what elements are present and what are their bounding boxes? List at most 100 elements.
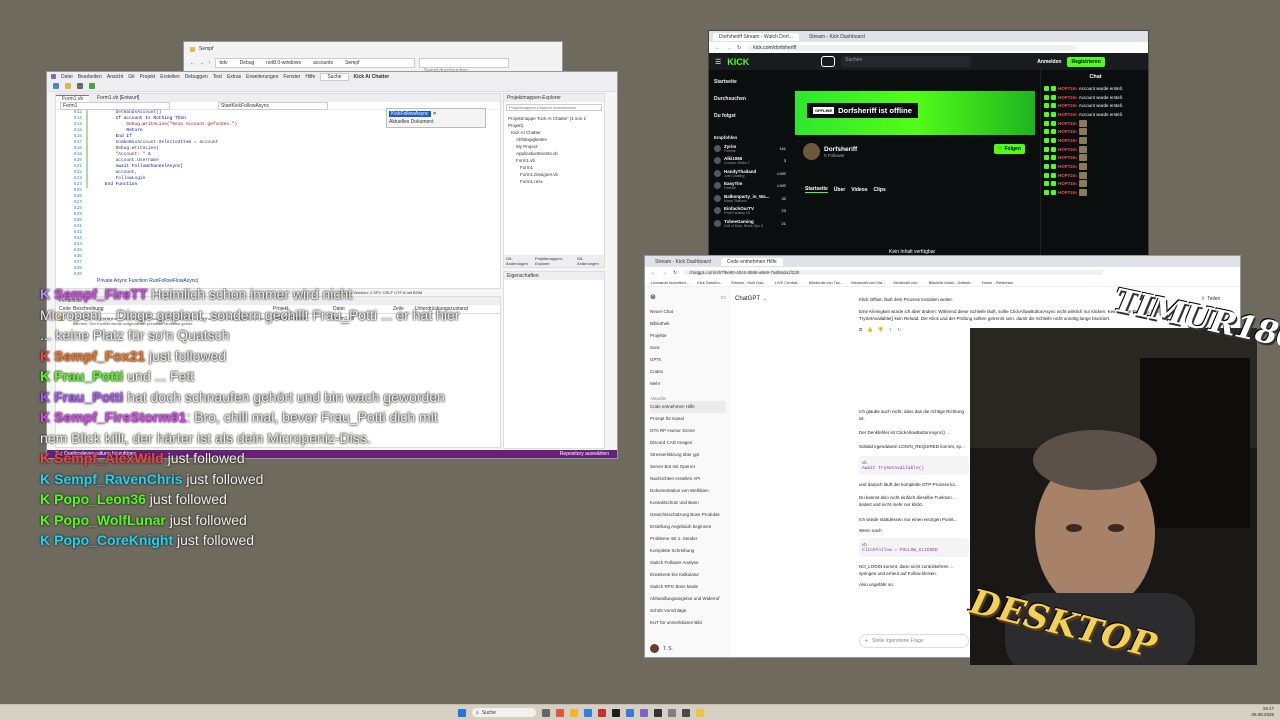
browser-tab[interactable]: Stream - Kick Dashboard bbox=[649, 258, 717, 266]
chat-username[interactable]: HOP72m bbox=[1058, 138, 1077, 143]
chat-username[interactable]: HOP72m bbox=[1058, 190, 1077, 195]
explorer-tab[interactable]: Projektmappen-Explorer bbox=[535, 256, 573, 266]
chat-username[interactable]: HOP72m bbox=[1058, 129, 1077, 134]
editor-tab[interactable]: Form1.vb [Entwurf] bbox=[91, 95, 145, 101]
app-icon[interactable] bbox=[598, 708, 606, 717]
forward-arrow-icon[interactable]: → bbox=[662, 270, 667, 276]
explorer-item[interactable]: Projektmappe 'Kick AI Chatter' (1 von 1 … bbox=[508, 115, 600, 129]
task-view-icon[interactable] bbox=[542, 708, 550, 717]
recommended-channel[interactable]: Alki1065 Counter-Strike 23 bbox=[714, 155, 786, 168]
sidebar-chat-item[interactable]: Erstellung Angebauh beginnen bbox=[650, 521, 726, 533]
chat-username[interactable]: HOP72m bbox=[1058, 155, 1077, 160]
chat-username[interactable]: HOP72m bbox=[1058, 147, 1077, 152]
sidebar-chat-item[interactable]: Discord CAD Images bbox=[650, 437, 726, 449]
new-file-icon[interactable] bbox=[53, 83, 59, 89]
status-right[interactable]: Repository auswählen bbox=[560, 451, 609, 457]
clock[interactable]: 19:17 06.08.2026 bbox=[1251, 706, 1274, 718]
recommended-channel[interactable]: TxbeeGaming Call of Duty: Black Ops 6 21 bbox=[714, 217, 786, 230]
copy-icon[interactable]: ⧉ bbox=[859, 326, 862, 333]
sidebar-item[interactable]: Bibliothek bbox=[650, 318, 726, 330]
code-line[interactable]: End Function bbox=[94, 182, 237, 188]
explorer-item[interactable]: Form1.vb bbox=[508, 157, 600, 164]
chat-username[interactable]: Sempf_FireStorm91 bbox=[54, 409, 186, 425]
sidebar-item[interactable]: Mehr bbox=[650, 378, 726, 390]
recommended-channel[interactable]: HandyThailand Just Chatting LIVE bbox=[714, 167, 786, 180]
visual-studio-icon[interactable] bbox=[640, 708, 648, 717]
nav-home[interactable]: Startseite bbox=[714, 74, 786, 91]
sidebar-chat-item[interactable]: Prompt für Kanal bbox=[650, 413, 726, 425]
close-icon[interactable]: ✕ bbox=[433, 111, 437, 117]
explorer-item[interactable]: Abhängigkeiten bbox=[508, 136, 600, 143]
sidebar-chat-item[interactable]: Dokumentation von Welfdiam bbox=[650, 485, 726, 497]
crumb[interactable]: Debug bbox=[240, 60, 255, 66]
recommended-channel[interactable]: Balkonparty_in_Wa... Music Stations 32 bbox=[714, 192, 786, 205]
back-arrow-icon[interactable]: ← bbox=[190, 60, 195, 66]
sidebar-chat-item[interactable]: Server Bot mit OpenAI bbox=[650, 461, 726, 473]
nav-browse[interactable]: Durchsuchen bbox=[714, 91, 786, 108]
sidebar-item[interactable]: GPTs bbox=[650, 354, 726, 366]
bookmark[interactable]: Mindcraft von Ma... bbox=[851, 280, 885, 285]
bookmark[interactable]: Mindcraft von... bbox=[893, 280, 920, 285]
chat-username[interactable]: Frau_Potti bbox=[54, 389, 123, 405]
editor-tab[interactable]: Form1.vb bbox=[56, 94, 90, 102]
plus-icon[interactable]: + bbox=[865, 638, 868, 644]
up-arrow-icon[interactable]: ↑ bbox=[208, 60, 211, 66]
menu-item[interactable]: Erweiterungen bbox=[246, 74, 278, 80]
open-folder-icon[interactable] bbox=[65, 83, 71, 89]
explorer-tab[interactable]: Git-Änderungen bbox=[577, 256, 602, 266]
address-bar[interactable]: chatgpt.com/c/67f6e90-40c6-8568-a8e9-7a6… bbox=[683, 270, 1104, 275]
login-button[interactable]: Anmelden bbox=[1037, 59, 1061, 65]
register-button[interactable]: Registrieren bbox=[1067, 56, 1105, 67]
file-explorer-addressbar[interactable]: ← → ↑ bdv Debug net8.0-windows accounts … bbox=[184, 56, 562, 74]
chat-username[interactable]: HOP72m bbox=[1058, 103, 1077, 108]
sidebar-chat-item[interactable]: Switch Follower Analyse bbox=[650, 557, 726, 569]
code-body[interactable]: GetHandsAccount() If account Is Nothing … bbox=[86, 110, 237, 188]
chat-username[interactable]: Popo_WolfLunar bbox=[54, 512, 166, 528]
menu-item[interactable]: Hilfe bbox=[305, 74, 315, 80]
chat-username[interactable]: Sempf_FireTT bbox=[54, 286, 147, 302]
sidebar-item[interactable]: Codex bbox=[650, 366, 726, 378]
address-bar[interactable]: kick.com/dorfsheriff bbox=[747, 44, 1078, 51]
menu-item[interactable]: Git bbox=[128, 74, 134, 80]
explorer-item[interactable]: Kick AI Chatter bbox=[508, 129, 600, 136]
bookmark[interactable]: Kick Dashbo... bbox=[697, 280, 723, 285]
forward-arrow-icon[interactable]: → bbox=[726, 45, 731, 51]
menu-item[interactable]: Projekt bbox=[140, 74, 156, 80]
reload-icon[interactable]: ↻ bbox=[737, 45, 741, 51]
sidebar-chat-item[interactable]: Komplette Schreibung bbox=[650, 545, 726, 557]
chat-username[interactable]: HOP72m bbox=[1058, 95, 1077, 100]
menu-item[interactable]: Erstellen bbox=[160, 74, 179, 80]
explorer-tab[interactable]: Git-Änderungen bbox=[506, 256, 531, 266]
explorer-item[interactable]: Form1.resx bbox=[508, 178, 600, 185]
sidebar-chat-item[interactable]: KUT für unmerkbaren Bild bbox=[650, 617, 726, 629]
chat-username[interactable]: Popo_CoreKnight bbox=[54, 532, 173, 548]
sidebar-toggle-icon[interactable]: ▭ bbox=[720, 294, 726, 301]
share-icon[interactable]: ⇪ bbox=[888, 326, 892, 333]
find-scope[interactable]: Aktuelles Dokument bbox=[389, 119, 483, 125]
app-icon[interactable] bbox=[682, 708, 690, 717]
bookmark[interactable]: Mindcraft von Tac... bbox=[809, 280, 844, 285]
avatar[interactable] bbox=[803, 143, 820, 160]
sidebar-item[interactable]: Projekte bbox=[650, 330, 726, 342]
edge-icon[interactable] bbox=[584, 708, 592, 717]
vs-toolbar[interactable] bbox=[47, 81, 617, 92]
follow-button[interactable]: ♡ Folgen bbox=[994, 144, 1025, 154]
sidebar-chat-item[interactable]: Schritt Vorschläge bbox=[650, 605, 726, 617]
browser-tab[interactable]: Code entnehmen Hilfe bbox=[720, 257, 783, 266]
file-explorer-icon[interactable] bbox=[570, 708, 578, 717]
browser-tab[interactable]: Dorfsheriff Stream - Watch Dorf... bbox=[713, 32, 799, 41]
start-debug-icon[interactable] bbox=[89, 83, 95, 89]
app-icon[interactable] bbox=[626, 708, 634, 717]
find-widget[interactable]: KickFollowAsync ✕ Aktuelles Dokument bbox=[386, 108, 486, 128]
reload-icon[interactable]: ↻ bbox=[673, 270, 677, 276]
sidebar-item[interactable]: Neuer Chat bbox=[650, 306, 726, 318]
sidebar-chat-item[interactable]: Stresserklärung über gpt bbox=[650, 449, 726, 461]
recommended-channel[interactable]: EinfachOurTV Final Fantasy VII 23 bbox=[714, 205, 786, 218]
menu-item[interactable]: Extras bbox=[227, 74, 241, 80]
crumb[interactable]: bdv bbox=[220, 60, 228, 66]
thumbs-up-icon[interactable]: 👍 bbox=[867, 326, 873, 333]
chrome-icon[interactable] bbox=[696, 708, 704, 717]
menu-item[interactable]: Test bbox=[213, 74, 222, 80]
thumbs-down-icon[interactable]: 👎 bbox=[878, 326, 884, 333]
explorer-item[interactable]: ApplicationEvents.vb bbox=[508, 150, 600, 157]
